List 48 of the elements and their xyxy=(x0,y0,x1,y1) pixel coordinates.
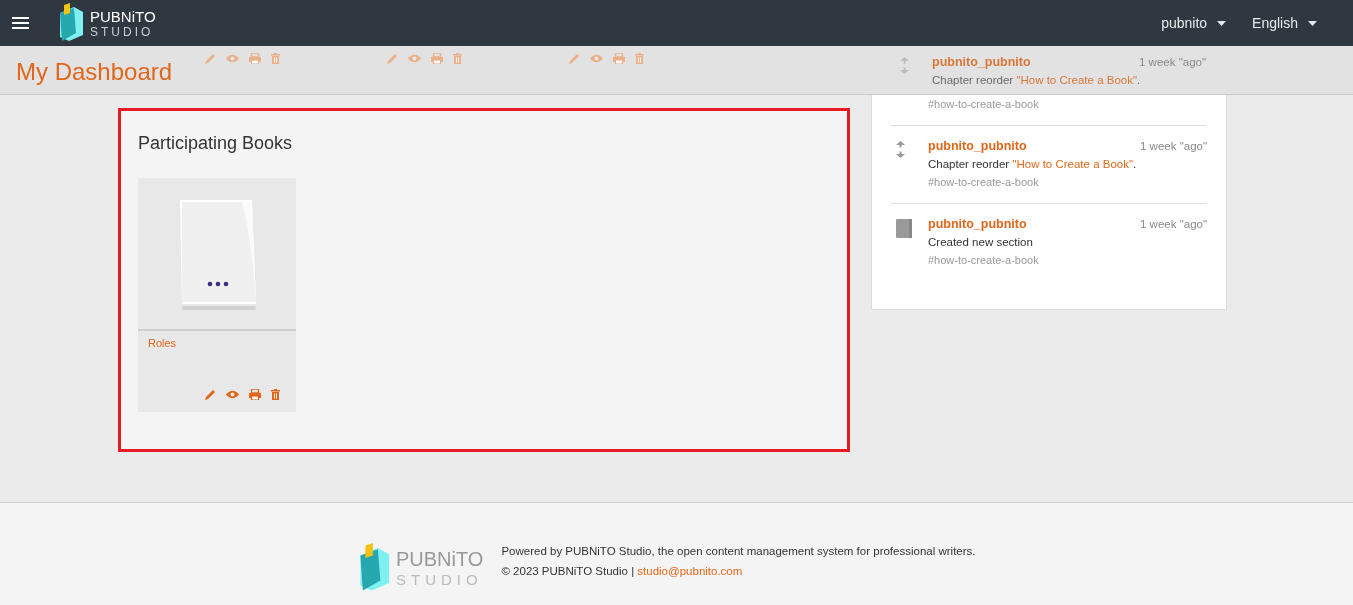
logo-text: PUBNiTO xyxy=(90,8,156,24)
page-title: My Dashboard xyxy=(16,57,174,87)
activity-text: Created new section xyxy=(928,235,1034,250)
trash-icon[interactable] xyxy=(635,53,644,64)
eye-icon[interactable] xyxy=(226,390,239,399)
panel-title: Participating Books xyxy=(138,132,294,155)
user-link[interactable]: pubnito_pubnito xyxy=(928,137,1027,155)
eye-icon[interactable] xyxy=(226,54,239,63)
copyright-text: © 2023 PUBNiTO Studio | xyxy=(501,564,636,579)
email-link[interactable]: studio@pubnito.com xyxy=(637,561,743,581)
book-title-link[interactable]: Roles xyxy=(148,335,177,352)
printer-icon[interactable] xyxy=(249,389,261,400)
caret-icon xyxy=(1217,20,1227,26)
footer-text: Powered by PUBNiTO Studio, the open content management system for professional writers. xyxy=(501,544,976,559)
tag-text: #how-to-create-a-book xyxy=(928,253,1040,268)
trash-icon[interactable] xyxy=(453,53,462,64)
trash-icon[interactable] xyxy=(271,389,280,400)
eye-icon[interactable] xyxy=(590,54,603,63)
pencil-icon[interactable] xyxy=(387,53,398,64)
user-link[interactable]: pubnito_pubnito xyxy=(932,53,1031,71)
logo-subtitle: STUDIO xyxy=(396,572,484,587)
tag-text: #how-to-create-a-book xyxy=(928,175,1040,190)
tag-text: #how-to-create-a-book xyxy=(928,97,1040,112)
activity-text: Chapter reorder "How to Create a Book". xyxy=(928,157,1138,172)
logo-icon xyxy=(58,3,83,43)
up-down-arrow-icon xyxy=(896,141,905,158)
timestamp: 1 week "ago" xyxy=(1139,55,1206,70)
pencil-icon[interactable] xyxy=(205,389,216,400)
activity-text: Chapter reorder "How to Create a Book". xyxy=(932,73,1142,88)
timestamp: 1 week "ago" xyxy=(1140,217,1207,232)
up-down-arrow-icon xyxy=(900,57,909,74)
user-link[interactable]: pubnito_pubnito xyxy=(928,215,1027,233)
eye-icon[interactable] xyxy=(408,54,421,63)
logo-icon xyxy=(357,543,390,593)
trash-icon[interactable] xyxy=(271,53,280,64)
book-icon xyxy=(896,219,912,238)
logo-text: PUBNiTO xyxy=(396,549,484,569)
language-menu[interactable]: English xyxy=(1252,12,1317,34)
pencil-icon[interactable] xyxy=(205,53,216,64)
printer-icon[interactable] xyxy=(249,53,261,64)
printer-icon[interactable] xyxy=(613,53,625,64)
printer-icon[interactable] xyxy=(431,53,443,64)
caret-icon xyxy=(1308,20,1317,26)
user-menu[interactable]: pubnito xyxy=(1161,12,1227,34)
menu-icon[interactable] xyxy=(12,16,29,30)
timestamp: 1 week "ago" xyxy=(1140,139,1207,154)
pencil-icon[interactable] xyxy=(569,53,580,64)
logo-subtitle: STUDIO xyxy=(90,25,155,38)
